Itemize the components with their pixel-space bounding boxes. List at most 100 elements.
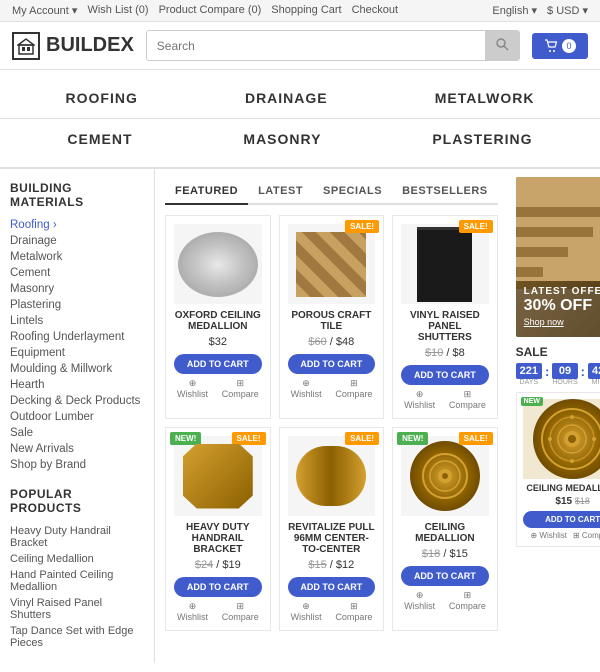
nav-plastering[interactable]: PLASTERING bbox=[424, 127, 540, 151]
compare-pull[interactable]: ⊞ Compare bbox=[333, 601, 375, 622]
add-to-cart-oxford[interactable]: ADD TO CART bbox=[174, 354, 262, 374]
compare-tile[interactable]: ⊞ Compare bbox=[333, 378, 375, 399]
compare-medallion[interactable]: ⊞ Compare bbox=[446, 590, 488, 611]
sidebar-item-metalwork[interactable]: Metalwork bbox=[10, 249, 144, 265]
wishlist-pull[interactable]: ⊕ Wishlist bbox=[288, 601, 325, 622]
tab-specials[interactable]: SPECIALS bbox=[313, 179, 392, 205]
add-to-cart-medallion[interactable]: ADD TO CART bbox=[401, 566, 489, 586]
sidebar-item-hearth[interactable]: Hearth bbox=[10, 377, 144, 393]
sidebar-item-drainage[interactable]: Drainage bbox=[10, 233, 144, 249]
product-image-handrail bbox=[174, 436, 262, 516]
product-actions-handrail: ⊕ Wishlist ⊞ Compare bbox=[174, 601, 262, 622]
bracket-shape bbox=[183, 444, 253, 509]
countdown-days: 221 DAYS bbox=[516, 363, 542, 386]
product-card-oxford: OXFORD CEILING MEDALLION $32 ADD TO CART… bbox=[165, 215, 271, 419]
search-button[interactable] bbox=[485, 31, 519, 60]
wishlist-shutters[interactable]: ⊕ Wishlist bbox=[401, 389, 438, 410]
product-card-handrail: NEW! SALE! HEAVY DUTY HANDRAIL BRACKET $… bbox=[165, 427, 271, 631]
wishlist-medallion[interactable]: ⊕ Wishlist bbox=[401, 590, 438, 611]
sidebar-item-roofing[interactable]: Roofing › bbox=[10, 217, 144, 233]
wishlist-tile[interactable]: ⊕ Wishlist bbox=[288, 378, 325, 399]
tab-latest[interactable]: LATEST bbox=[248, 179, 313, 205]
product-name-pull: REVITALIZE PULL 96MM CENTER-TO-CENTER bbox=[288, 522, 376, 555]
shopping-cart-link[interactable]: Shopping Cart bbox=[271, 4, 341, 17]
sidebar-item-plastering[interactable]: Plastering bbox=[10, 297, 144, 313]
add-to-cart-handrail[interactable]: ADD TO CART bbox=[174, 577, 262, 597]
countdown-sep2: : bbox=[581, 364, 585, 386]
sidebar-item-cement[interactable]: Cement bbox=[10, 265, 144, 281]
sidebar-item-roofing-underlayment[interactable]: Roofing Underlayment bbox=[10, 329, 144, 345]
price-current-oxford: $32 bbox=[209, 336, 227, 348]
compare-sale-product[interactable]: ⊞ Compare bbox=[573, 531, 600, 540]
sidebar: BUILDING MATERIALS Roofing › Drainage Me… bbox=[0, 169, 155, 663]
compare-handrail[interactable]: ⊞ Compare bbox=[219, 601, 261, 622]
add-to-cart-shutters[interactable]: ADD TO CART bbox=[401, 365, 489, 385]
product-name-medallion: CEILING MEDALLION bbox=[401, 522, 489, 544]
wishlist-sale-product[interactable]: ⊕ Wishlist bbox=[530, 531, 566, 540]
sale-badge-tile: SALE! bbox=[345, 220, 379, 233]
promo-shop-link[interactable]: Shop now bbox=[524, 317, 600, 327]
nav-masonry[interactable]: MASONRY bbox=[235, 127, 329, 151]
wish-list-link[interactable]: Wish List (0) bbox=[87, 4, 148, 17]
nav-cement[interactable]: CEMENT bbox=[59, 127, 140, 151]
logo[interactable]: BUILDEX bbox=[12, 32, 134, 60]
sale-badge-pull: SALE! bbox=[345, 432, 379, 445]
my-account-link[interactable]: My Account ▾ bbox=[12, 4, 77, 17]
popular-item-tap-dance[interactable]: Tap Dance Set with Edge Pieces bbox=[10, 623, 144, 651]
product-name-oxford: OXFORD CEILING MEDALLION bbox=[174, 310, 262, 332]
search-input[interactable] bbox=[147, 31, 485, 60]
price-current-handrail: $19 bbox=[222, 559, 240, 571]
popular-item-hand-painted[interactable]: Hand Painted Ceiling Medallion bbox=[10, 567, 144, 595]
product-card-medallion: NEW! SALE! CEILING MEDALLION $18 bbox=[392, 427, 498, 631]
product-price-tile: $60 / $48 bbox=[288, 336, 376, 348]
new-badge-medallion: NEW! bbox=[397, 432, 428, 445]
sale-title: SALE bbox=[516, 345, 600, 359]
sidebar-item-decking[interactable]: Decking & Deck Products bbox=[10, 393, 144, 409]
popular-item-handrail[interactable]: Heavy Duty Handrail Bracket bbox=[10, 523, 144, 551]
tab-bestsellers[interactable]: BESTSELLERS bbox=[392, 179, 498, 205]
product-image-pull bbox=[288, 436, 376, 516]
price-current-shutters: $8 bbox=[453, 347, 465, 359]
sidebar-item-equipment[interactable]: Equipment bbox=[10, 345, 144, 361]
sidebar-item-moulding[interactable]: Moulding & Millwork bbox=[10, 361, 144, 377]
header: BUILDEX 0 bbox=[0, 22, 600, 70]
popular-item-shutters[interactable]: Vinyl Raised Panel Shutters bbox=[10, 595, 144, 623]
sidebar-item-sale[interactable]: Sale bbox=[10, 425, 144, 441]
sidebar-item-shop-by-brand[interactable]: Shop by Brand bbox=[10, 457, 144, 473]
search-bar bbox=[146, 30, 520, 61]
sidebar-item-lintels[interactable]: Lintels bbox=[10, 313, 144, 329]
sale-add-to-cart[interactable]: ADD TO CART bbox=[523, 511, 600, 528]
sale-badge-handrail: SALE! bbox=[232, 432, 266, 445]
tab-featured[interactable]: FEATURED bbox=[165, 179, 248, 205]
nav-roofing[interactable]: ROOFING bbox=[58, 86, 146, 110]
compare-oxford[interactable]: ⊞ Compare bbox=[219, 378, 261, 399]
sale-medallion-shape bbox=[533, 399, 600, 479]
wishlist-oxford[interactable]: ⊕ Wishlist bbox=[174, 378, 211, 399]
popular-item-ceiling-medallion[interactable]: Ceiling Medallion bbox=[10, 551, 144, 567]
medallion-svg bbox=[420, 451, 470, 501]
product-card-shutters: SALE! VINYL RAISED PANEL SHUTTERS $10 / … bbox=[392, 215, 498, 419]
product-name-tile: POROUS CRAFT TILE bbox=[288, 310, 376, 332]
product-card-pull: SALE! REVITALIZE PULL 96MM CENTER-TO-CEN… bbox=[279, 427, 385, 631]
add-to-cart-pull[interactable]: ADD TO CART bbox=[288, 577, 376, 597]
nav-metalwork[interactable]: METALWORK bbox=[427, 86, 543, 110]
add-to-cart-tile[interactable]: ADD TO CART bbox=[288, 354, 376, 374]
promo-text: LATEST OFFER 30% OFF Shop now bbox=[524, 286, 600, 327]
sale-section: SALE 221 DAYS : 09 HOURS : 42 MIN : bbox=[516, 345, 600, 547]
promo-offer-text: 30% OFF bbox=[524, 297, 600, 315]
compare-shutters[interactable]: ⊞ Compare bbox=[446, 389, 488, 410]
sidebar-section-title: BUILDING MATERIALS bbox=[10, 181, 144, 209]
product-actions-shutters: ⊕ Wishlist ⊞ Compare bbox=[401, 389, 489, 410]
cart-button[interactable]: 0 bbox=[532, 33, 588, 59]
sidebar-item-outdoor-lumber[interactable]: Outdoor Lumber bbox=[10, 409, 144, 425]
currency-selector[interactable]: $ USD ▾ bbox=[547, 4, 588, 17]
sidebar-item-new-arrivals[interactable]: New Arrivals bbox=[10, 441, 144, 457]
checkout-link[interactable]: Checkout bbox=[352, 4, 398, 17]
product-actions-pull: ⊕ Wishlist ⊞ Compare bbox=[288, 601, 376, 622]
sidebar-item-masonry[interactable]: Masonry bbox=[10, 281, 144, 297]
compare-link[interactable]: Product Compare (0) bbox=[159, 4, 262, 17]
wishlist-handrail[interactable]: ⊕ Wishlist bbox=[174, 601, 211, 622]
nav-drainage[interactable]: DRAINAGE bbox=[237, 86, 336, 110]
language-selector[interactable]: English ▾ bbox=[492, 4, 537, 17]
price-current-medallion: $15 bbox=[449, 548, 467, 560]
